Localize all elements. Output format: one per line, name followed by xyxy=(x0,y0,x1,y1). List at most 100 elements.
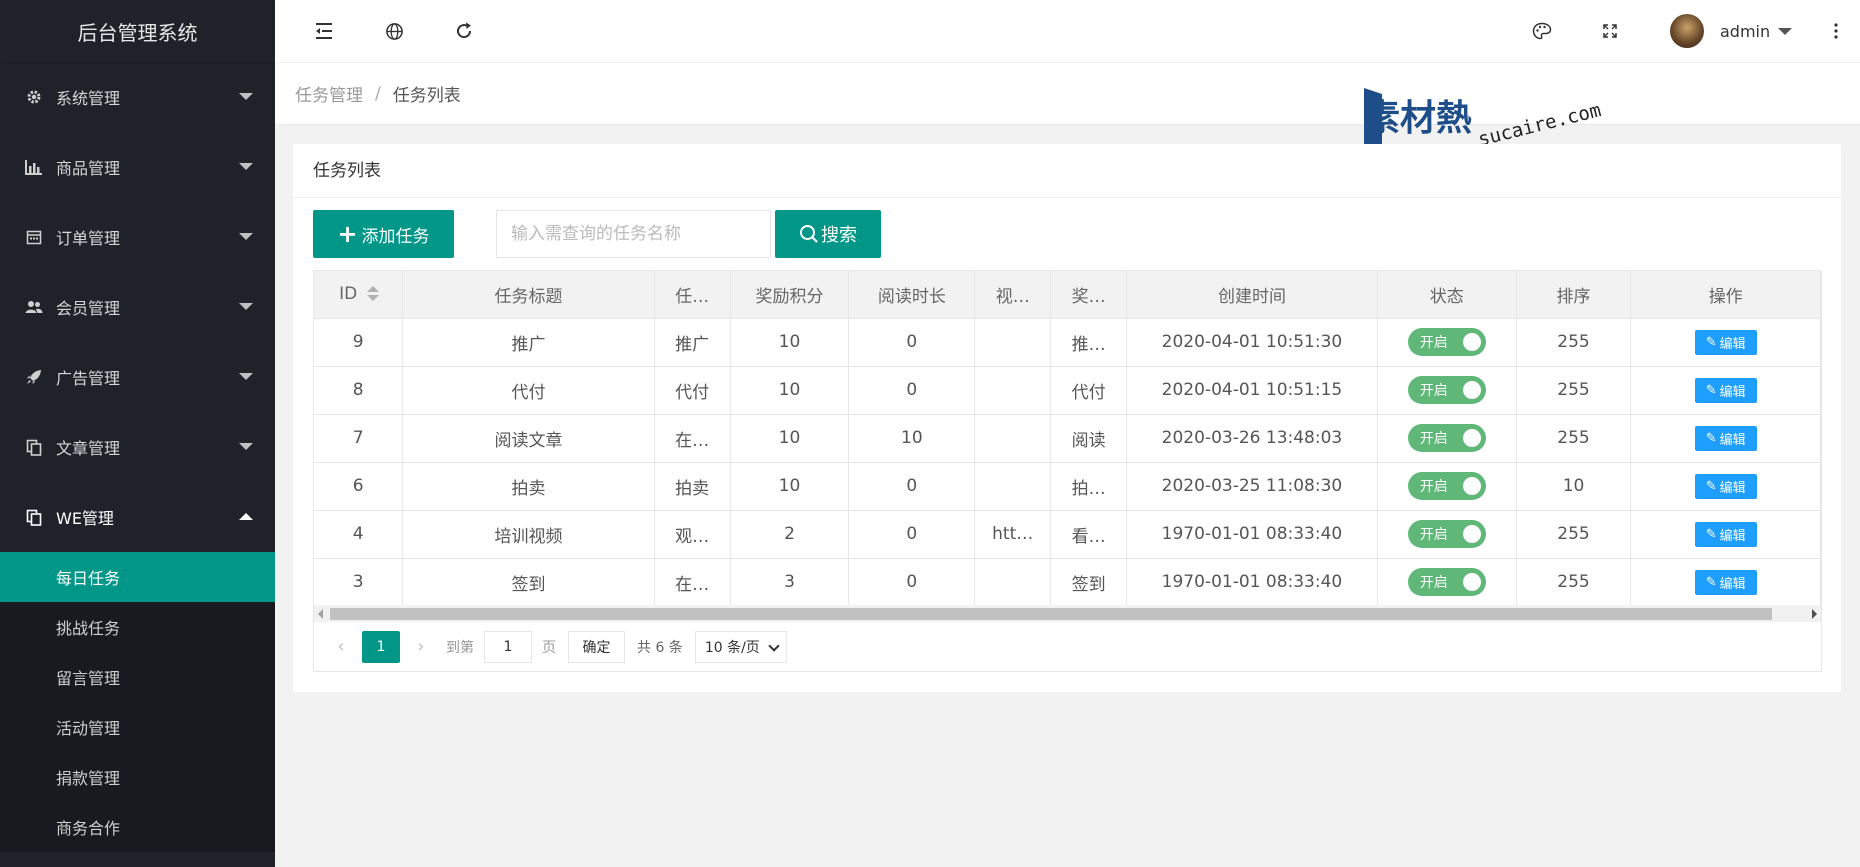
sidebar-subitem-activities[interactable]: 活动管理 xyxy=(0,702,275,752)
menu-shrink-icon[interactable] xyxy=(312,19,336,43)
cell-video xyxy=(974,462,1052,511)
cell-reward-points: 10 xyxy=(730,318,850,367)
sidebar-subitem-business[interactable]: 商务合作 xyxy=(0,802,275,852)
sidebar-subitem-messages[interactable]: 留言管理 xyxy=(0,652,275,702)
edit-label: 编辑 xyxy=(1719,528,1746,544)
cell-task-type: 拍卖 xyxy=(654,462,731,511)
col-task-type: 任… xyxy=(654,271,731,319)
toggle-knob xyxy=(1462,333,1481,351)
cell-status: 开启 xyxy=(1377,366,1517,415)
cell-title: 拍卖 xyxy=(402,462,655,511)
chevron-down-icon xyxy=(1778,27,1793,35)
cell-video xyxy=(974,558,1052,607)
add-task-button[interactable]: + 添加任务 xyxy=(313,210,454,258)
calendar-icon xyxy=(24,227,44,247)
theme-palette-icon[interactable] xyxy=(1530,19,1554,43)
next-page-icon[interactable]: › xyxy=(406,636,436,657)
edit-button[interactable]: ✎ 编辑 xyxy=(1694,569,1757,595)
users-icon xyxy=(24,297,44,317)
prev-page-icon[interactable]: ‹ xyxy=(326,636,356,657)
search-input[interactable] xyxy=(496,210,771,258)
cell-title: 培训视频 xyxy=(402,510,655,559)
sort-icon[interactable] xyxy=(367,285,380,303)
edit-button[interactable]: ✎ 编辑 xyxy=(1694,473,1757,499)
table-row: 4 培训视频 观… 2 0 htt… 看… 1970-01-01 08:33:40 开启 255 ✎… xyxy=(314,510,1821,559)
edit-button[interactable]: ✎ 编辑 xyxy=(1694,377,1757,403)
cell-actions: ✎ 编辑 xyxy=(1630,366,1821,415)
table-row: 7 阅读文章 在… 10 10 阅读 2020-03-26 13:48:03 开启 255 ✎ 编辑 xyxy=(314,414,1821,463)
scroll-right-icon[interactable] xyxy=(1812,609,1817,619)
sidebar-subitem-donations[interactable]: 捐款管理 xyxy=(0,752,275,802)
cell-task-type: 在… xyxy=(654,414,731,463)
sidebar-item-ads[interactable]: 广告管理 xyxy=(0,342,275,412)
sidebar-item-orders[interactable]: 订单管理 xyxy=(0,202,275,272)
cell-created-at: 1970-01-01 08:33:40 xyxy=(1126,558,1378,607)
page-number-current[interactable]: 1 xyxy=(362,630,400,663)
gear-icon xyxy=(24,87,44,107)
copy-icon xyxy=(24,507,44,527)
cell-video xyxy=(974,366,1052,415)
goto-label: 到第 xyxy=(446,639,474,656)
sidebar-subitem-daily-tasks[interactable]: 每日任务 xyxy=(0,552,275,602)
status-toggle-label: 开启 xyxy=(1419,527,1448,543)
cell-created-at: 2020-04-01 10:51:30 xyxy=(1126,318,1378,367)
edit-label: 编辑 xyxy=(1719,336,1746,352)
pencil-icon: ✎ xyxy=(1705,382,1717,398)
cell-title: 推广 xyxy=(402,318,655,367)
status-toggle[interactable]: 开启 xyxy=(1407,472,1486,500)
sidebar-subitem-challenge-tasks[interactable]: 挑战任务 xyxy=(0,602,275,652)
sidebar-item-label: 系统管理 xyxy=(56,89,121,108)
toggle-knob xyxy=(1462,525,1481,543)
col-created-at: 创建时间 xyxy=(1126,271,1378,319)
toggle-knob xyxy=(1462,381,1481,399)
status-toggle[interactable]: 开启 xyxy=(1407,424,1486,452)
chevron-down-icon xyxy=(239,163,253,170)
horizontal-scrollbar[interactable] xyxy=(313,605,1822,622)
status-toggle[interactable]: 开启 xyxy=(1407,520,1486,548)
cell-read-duration: 0 xyxy=(848,558,976,607)
user-menu[interactable]: admin xyxy=(1670,13,1793,49)
toggle-knob xyxy=(1462,573,1481,591)
cell-reward-points: 2 xyxy=(730,510,850,559)
pencil-icon: ✎ xyxy=(1705,478,1717,494)
more-vertical-icon[interactable] xyxy=(1824,19,1848,43)
cell-reward-points: 10 xyxy=(730,366,850,415)
chevron-down-icon xyxy=(239,443,253,450)
edit-button[interactable]: ✎ 编辑 xyxy=(1694,521,1757,547)
sidebar-item-system[interactable]: 系统管理 xyxy=(0,62,275,132)
col-title: 任务标题 xyxy=(402,271,655,319)
col-video: 视… xyxy=(974,271,1052,319)
table-row: 6 拍卖 拍卖 10 0 拍… 2020-03-25 11:08:30 开启 10 ✎ 编辑 xyxy=(314,462,1821,511)
scrollbar-thumb[interactable] xyxy=(330,608,1772,620)
sidebar-item-members[interactable]: 会员管理 xyxy=(0,272,275,342)
search-button[interactable]: 搜索 xyxy=(775,210,881,258)
globe-icon[interactable] xyxy=(382,19,406,43)
sidebar-item-articles[interactable]: 文章管理 xyxy=(0,412,275,482)
toggle-knob xyxy=(1462,429,1481,447)
edit-button[interactable]: ✎ 编辑 xyxy=(1694,329,1757,355)
col-actions: 操作 xyxy=(1630,271,1821,319)
refresh-icon[interactable] xyxy=(452,19,476,43)
sidebar-item-products[interactable]: 商品管理 xyxy=(0,132,275,202)
col-sort-order: 排序 xyxy=(1516,271,1632,319)
page-size-select[interactable]: 10 条/页 xyxy=(694,630,787,663)
cell-sort-order: 255 xyxy=(1516,510,1632,559)
cell-reward-points: 10 xyxy=(730,414,850,463)
status-toggle[interactable]: 开启 xyxy=(1407,568,1486,596)
goto-confirm-button[interactable]: 确定 xyxy=(568,630,625,663)
goto-page-input[interactable]: 1 xyxy=(484,630,532,663)
pencil-icon: ✎ xyxy=(1705,574,1717,590)
cell-id: 3 xyxy=(314,558,404,607)
pencil-icon: ✎ xyxy=(1705,430,1717,446)
edit-button[interactable]: ✎ 编辑 xyxy=(1694,425,1757,451)
status-toggle[interactable]: 开启 xyxy=(1407,376,1486,404)
breadcrumb-parent[interactable]: 任务管理 xyxy=(295,81,363,106)
cell-status: 开启 xyxy=(1377,510,1517,559)
sidebar-item-we[interactable]: WE管理 xyxy=(0,482,275,552)
status-toggle[interactable]: 开启 xyxy=(1407,328,1486,356)
col-id[interactable]: ID xyxy=(314,271,404,319)
fullscreen-icon[interactable] xyxy=(1598,19,1622,43)
search-icon xyxy=(799,224,819,244)
add-task-label: 添加任务 xyxy=(361,226,430,247)
scroll-left-icon[interactable] xyxy=(318,609,323,619)
